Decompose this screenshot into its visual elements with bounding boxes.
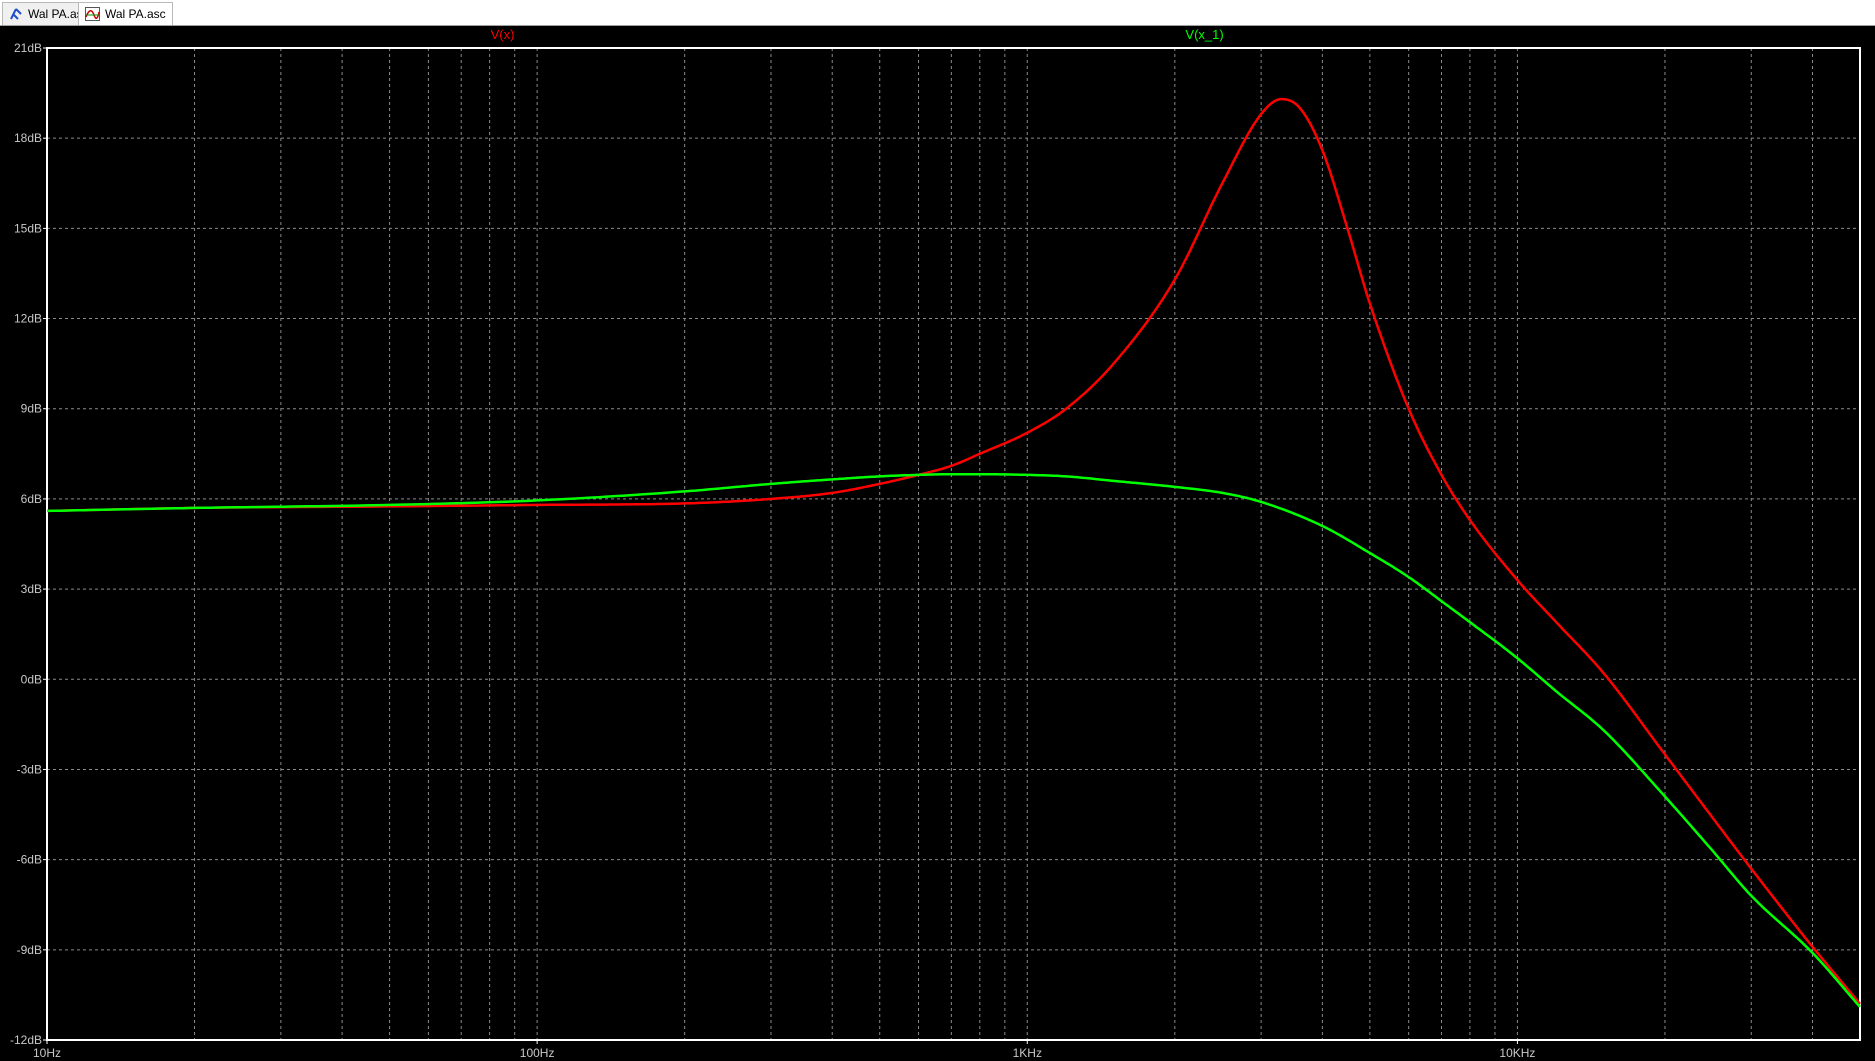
y-tick-label: 3dB	[21, 582, 42, 596]
series-line-1	[46, 473, 1861, 1008]
y-tick-label: 6dB	[21, 492, 42, 506]
x-tick-label: 10KHz	[1499, 1046, 1535, 1060]
series-line-0	[46, 97, 1861, 1005]
legend-entry-1[interactable]: V(x_1)	[1185, 27, 1223, 42]
y-tick-label: 12dB	[14, 312, 42, 326]
x-tick-label: 1KHz	[1013, 1046, 1042, 1060]
plot-frame	[46, 47, 1861, 1041]
waveform-icon	[85, 7, 100, 21]
y-tick-label: -12dB	[10, 1033, 42, 1047]
y-tick-label: 9dB	[21, 402, 42, 416]
tab-waveform[interactable]: Wal PA.asc	[78, 2, 173, 25]
x-tick-label: 10Hz	[33, 1046, 61, 1060]
schematic-icon	[9, 7, 23, 21]
bode-plot[interactable]: 21dB 18dB 15dB 12dB 9dB 6dB 3dB 0dB -3dB -6dB -9dB…	[0, 26, 1875, 1061]
y-tick-label: -3dB	[17, 762, 42, 776]
legend-entry-0[interactable]: V(x)	[491, 27, 515, 42]
y-tick-label: 21dB	[14, 41, 42, 55]
y-tick-label: -9dB	[17, 943, 42, 957]
y-tick-label: 15dB	[14, 221, 42, 235]
x-tick-label: 100Hz	[520, 1046, 555, 1060]
y-tick-label: 18dB	[14, 131, 42, 145]
tab-label: Wal PA.asc	[105, 7, 166, 21]
y-tick-label: 0dB	[21, 672, 42, 686]
y-tick-label: -6dB	[17, 853, 42, 867]
document-tab-bar: Wal PA.asc Wal PA.asc	[0, 0, 1875, 26]
